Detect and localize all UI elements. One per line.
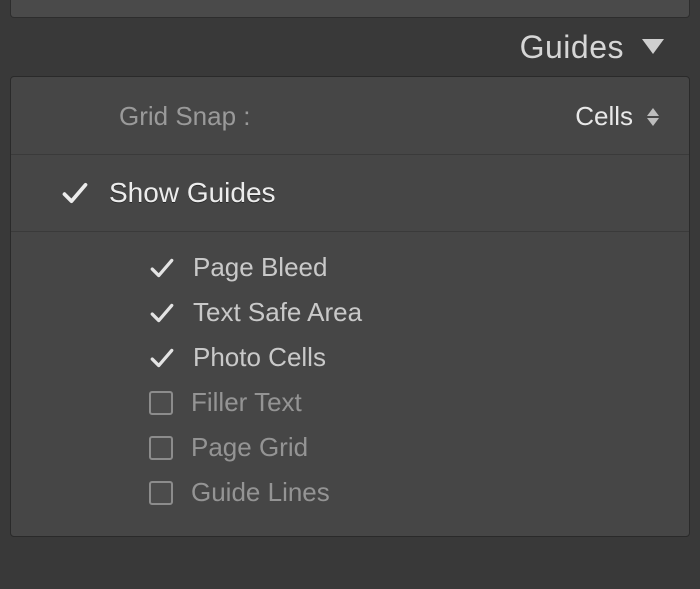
text-safe-area-checkbox[interactable] (149, 299, 175, 327)
previous-panel-edge (10, 0, 690, 18)
show-guides-label: Show Guides (109, 177, 276, 209)
list-item: Text Safe Area (149, 297, 659, 328)
guide-lines-checkbox[interactable] (149, 481, 173, 505)
list-item: Page Grid (149, 432, 659, 463)
grid-snap-label: Grid Snap : (119, 101, 251, 132)
grid-snap-value: Cells (575, 101, 633, 132)
list-item: Photo Cells (149, 342, 659, 373)
filler-text-checkbox[interactable] (149, 391, 173, 415)
grid-snap-select[interactable]: Cells (575, 101, 659, 132)
photo-cells-checkbox[interactable] (149, 344, 175, 372)
page-bleed-checkbox[interactable] (149, 254, 175, 282)
list-item: Page Bleed (149, 252, 659, 283)
panel-header-guides[interactable]: Guides (10, 18, 690, 76)
guide-lines-label: Guide Lines (191, 477, 330, 508)
page-grid-checkbox[interactable] (149, 436, 173, 460)
guides-sub-list: Page Bleed Text Safe Area Photo Cells Fi… (11, 232, 689, 508)
page-grid-label: Page Grid (191, 432, 308, 463)
text-safe-area-label: Text Safe Area (193, 297, 362, 328)
page-bleed-label: Page Bleed (193, 252, 327, 283)
guides-panel-body: Grid Snap : Cells Show Guides (10, 76, 690, 537)
photo-cells-label: Photo Cells (193, 342, 326, 373)
chevron-down-icon (642, 39, 664, 55)
list-item: Guide Lines (149, 477, 659, 508)
grid-snap-row: Grid Snap : Cells (11, 77, 689, 155)
filler-text-label: Filler Text (191, 387, 302, 418)
show-guides-row: Show Guides (11, 155, 689, 232)
list-item: Filler Text (149, 387, 659, 418)
show-guides-checkbox[interactable] (61, 179, 89, 207)
stepper-icon (647, 108, 659, 126)
panel-title: Guides (520, 29, 624, 66)
